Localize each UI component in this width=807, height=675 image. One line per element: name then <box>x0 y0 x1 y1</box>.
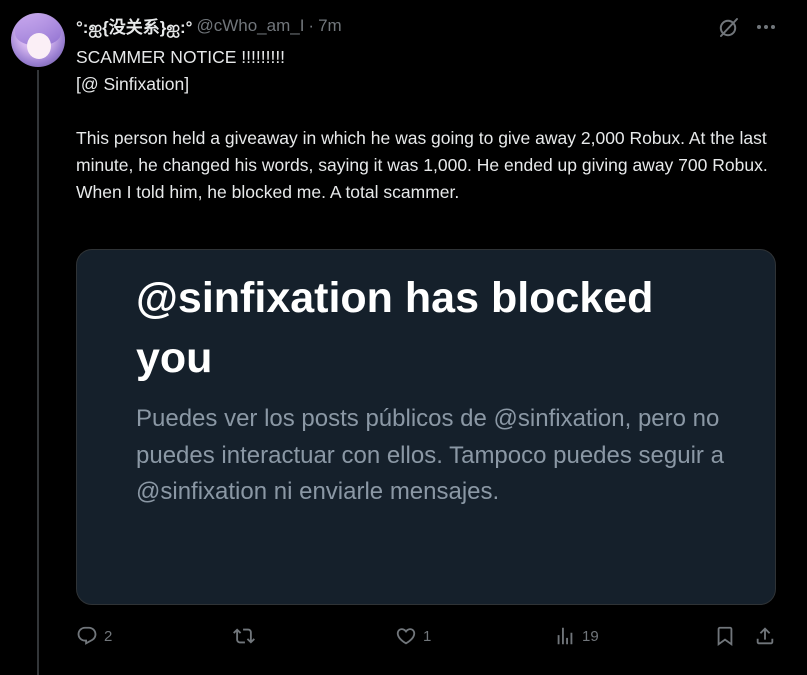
card-body: Puedes ver los posts públicos de @sinfix… <box>136 405 724 505</box>
bookmark-button[interactable] <box>714 624 736 648</box>
avatar-face <box>27 33 51 59</box>
reply-button[interactable]: 2 <box>76 624 112 648</box>
views-count: 19 <box>582 627 599 645</box>
post-header: °:ஐ{没关系}ஐ:° @cWho_am_I · 7m <box>76 14 342 38</box>
author-handle[interactable]: @cWho_am_I <box>196 16 304 36</box>
share-icon <box>756 627 774 645</box>
more-icon[interactable] <box>754 15 778 39</box>
post-text-line-2: [@ Sinfixation] <box>76 74 190 94</box>
action-bar: 2 1 19 <box>76 620 780 652</box>
grok-icon[interactable] <box>717 15 741 39</box>
repost-button[interactable] <box>233 624 261 648</box>
avatar[interactable] <box>11 13 65 67</box>
repost-icon <box>233 628 255 644</box>
like-count: 1 <box>423 627 432 645</box>
author-display-name[interactable]: °:ஐ{没关系}ஐ:° <box>76 13 192 40</box>
like-button[interactable]: 1 <box>395 624 431 648</box>
reply-icon <box>77 626 97 645</box>
post-timestamp[interactable]: 7m <box>318 16 342 36</box>
bookmark-icon <box>717 626 733 647</box>
post-text: SCAMMER NOTICE !!!!!!!!! [@ Sinfixation]… <box>76 44 776 206</box>
views-icon <box>557 627 573 645</box>
card-title: @sinfixation has blocked you <box>136 274 654 382</box>
post-text-line-1: SCAMMER NOTICE !!!!!!!!! <box>76 47 286 67</box>
post-text-paragraph: This person held a giveaway in which he … <box>76 128 768 202</box>
views-button[interactable]: 19 <box>554 624 599 648</box>
share-button[interactable] <box>754 624 776 648</box>
attached-image-card[interactable]: @sinfixation has blocked you Puedes ver … <box>76 249 776 605</box>
reply-count: 2 <box>104 627 113 645</box>
header-separator: · <box>308 16 315 35</box>
like-icon <box>396 628 416 645</box>
thread-line <box>37 70 39 675</box>
